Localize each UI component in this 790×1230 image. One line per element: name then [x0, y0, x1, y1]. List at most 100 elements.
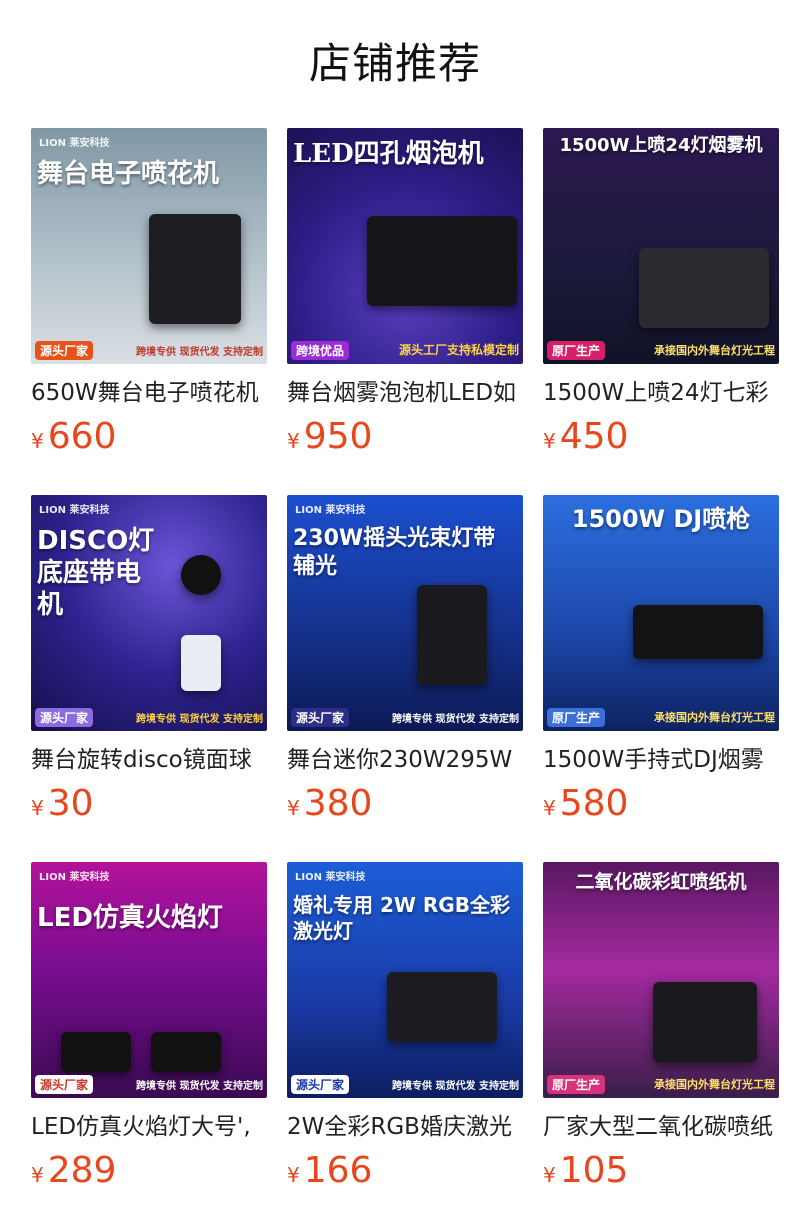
- brand-logo: LION 莱安科技: [39, 138, 110, 149]
- currency-symbol: ¥: [287, 796, 300, 820]
- price-row: ¥380: [287, 781, 372, 827]
- product-name[interactable]: LED仿真火焰灯大号',: [31, 1112, 267, 1142]
- product-price: 289: [47, 1150, 117, 1191]
- price-row: ¥450: [543, 414, 628, 460]
- image-badge: 源头厂家: [35, 708, 94, 727]
- product-name[interactable]: 1500W上喷24灯七彩: [543, 378, 779, 408]
- product-card[interactable]: 1500W上喷24灯烟雾机 原厂生产 承接国内外舞台灯光工程 1500W上喷24…: [543, 128, 779, 468]
- product-card[interactable]: LION 莱安科技 婚礼专用 2W RGB全彩激光灯 源头厂家 跨境专供 现货代…: [287, 862, 523, 1202]
- product-image[interactable]: 二氧化碳彩虹喷纸机 原厂生产 承接国内外舞台灯光工程: [543, 862, 779, 1098]
- product-image[interactable]: LION 莱安科技 LED仿真火焰灯 源头厂家 跨境专供 现货代发 支持定制: [31, 862, 267, 1098]
- device-graphic: [61, 1032, 131, 1072]
- currency-symbol: ¥: [31, 796, 44, 820]
- image-badge: 跨境优品: [291, 341, 350, 360]
- image-strip-text: 跨境专供 现货代发 支持定制: [136, 714, 263, 725]
- image-strip-text: 承接国内外舞台灯光工程: [654, 711, 775, 724]
- currency-symbol: ¥: [287, 429, 300, 453]
- image-strip-text: 跨境专供 现货代发 支持定制: [136, 1081, 263, 1092]
- image-badge: 原厂生产: [547, 1075, 606, 1094]
- product-name[interactable]: 厂家大型二氧化碳喷纸: [543, 1112, 779, 1142]
- image-headline: LED仿真火焰灯: [37, 903, 223, 933]
- device-graphic: [639, 248, 769, 328]
- device-graphic: [417, 585, 487, 685]
- product-price: 450: [559, 416, 629, 457]
- image-badge: 原厂生产: [547, 341, 606, 360]
- product-image[interactable]: 1500W上喷24灯烟雾机 原厂生产 承接国内外舞台灯光工程: [543, 128, 779, 364]
- device-graphic: [181, 555, 221, 595]
- price-row: ¥289: [31, 1148, 116, 1194]
- product-image[interactable]: LION 莱安科技 DISCO灯底座带电机 源头厂家 跨境专供 现货代发 支持定…: [31, 495, 267, 731]
- currency-symbol: ¥: [543, 1163, 556, 1187]
- currency-symbol: ¥: [543, 429, 556, 453]
- section-title: 店铺推荐: [308, 39, 481, 88]
- product-price: 950: [303, 416, 373, 457]
- product-price: 380: [303, 783, 373, 824]
- image-badge: 源头厂家: [35, 1075, 94, 1094]
- product-name[interactable]: 舞台旋转disco镜面球: [31, 745, 267, 775]
- device-graphic: [151, 1032, 221, 1072]
- image-headline: LED四孔烟泡机: [293, 139, 484, 169]
- image-headline: 二氧化碳彩虹喷纸机: [575, 871, 747, 893]
- image-strip-text: 承接国内外舞台灯光工程: [654, 1078, 775, 1091]
- product-card[interactable]: LION 莱安科技 舞台电子喷花机 源头厂家 跨境专供 现货代发 支持定制 65…: [31, 128, 267, 468]
- image-headline: 婚礼专用 2W RGB全彩激光灯: [293, 893, 510, 943]
- product-image[interactable]: 1500W DJ喷枪 原厂生产 承接国内外舞台灯光工程: [543, 495, 779, 731]
- image-strip-text: 源头工厂支持私模定制: [398, 343, 519, 357]
- price-row: ¥950: [287, 414, 372, 460]
- image-badge: 源头厂家: [35, 341, 94, 360]
- price-row: ¥660: [31, 414, 116, 460]
- device-graphic: [367, 216, 517, 306]
- price-row: ¥105: [543, 1148, 628, 1194]
- price-row: ¥166: [287, 1148, 372, 1194]
- device-graphic: [387, 972, 497, 1042]
- product-name[interactable]: 1500W手持式DJ烟雾: [543, 745, 779, 775]
- product-image[interactable]: LION 莱安科技 婚礼专用 2W RGB全彩激光灯 源头厂家 跨境专供 现货代…: [287, 862, 523, 1098]
- currency-symbol: ¥: [543, 796, 556, 820]
- currency-symbol: ¥: [287, 1163, 300, 1187]
- product-card[interactable]: 二氧化碳彩虹喷纸机 原厂生产 承接国内外舞台灯光工程 厂家大型二氧化碳喷纸 ¥1…: [543, 862, 779, 1202]
- image-headline: 舞台电子喷花机: [37, 159, 220, 189]
- product-image[interactable]: LION 莱安科技 230W摇头光束灯带辅光 源头厂家 跨境专供 现货代发 支持…: [287, 495, 523, 731]
- image-badge: 源头厂家: [291, 1075, 350, 1094]
- image-strip-text: 跨境专供 现货代发 支持定制: [392, 1081, 519, 1092]
- image-headline: DISCO灯底座带电机: [37, 526, 155, 620]
- device-graphic: [653, 982, 757, 1062]
- brand-logo: LION 莱安科技: [39, 872, 110, 883]
- brand-logo: LION 莱安科技: [39, 505, 110, 516]
- brand-logo: LION 莱安科技: [295, 505, 366, 516]
- store-recommendations-page: 店铺推荐 LION 莱安科技 舞台电子喷花机 源头厂家 跨境专供 现货代发 支持…: [0, 0, 790, 1230]
- currency-symbol: ¥: [31, 429, 44, 453]
- product-grid: LION 莱安科技 舞台电子喷花机 源头厂家 跨境专供 现货代发 支持定制 65…: [31, 128, 779, 1202]
- image-headline: 1500W上喷24灯烟雾机: [559, 135, 763, 156]
- product-price: 166: [303, 1150, 373, 1191]
- product-price: 660: [47, 416, 117, 457]
- bottle-graphic: [181, 635, 221, 691]
- product-price: 105: [559, 1150, 629, 1191]
- device-graphic: [633, 605, 763, 659]
- product-name[interactable]: 650W舞台电子喷花机: [31, 378, 267, 408]
- image-strip-text: 跨境专供 现货代发 支持定制: [136, 347, 263, 358]
- product-card[interactable]: LION 莱安科技 230W摇头光束灯带辅光 源头厂家 跨境专供 现货代发 支持…: [287, 495, 523, 835]
- product-name[interactable]: 舞台迷你230W295W: [287, 745, 523, 775]
- product-card[interactable]: LED四孔烟泡机 跨境优品 源头工厂支持私模定制 舞台烟雾泡泡机LED如 ¥95…: [287, 128, 523, 468]
- image-strip-text: 承接国内外舞台灯光工程: [654, 344, 775, 357]
- product-price: 580: [559, 783, 629, 824]
- image-headline: 230W摇头光束灯带辅光: [293, 526, 496, 579]
- image-badge: 源头厂家: [291, 708, 350, 727]
- device-graphic: [149, 214, 241, 324]
- price-row: ¥30: [31, 781, 94, 827]
- brand-logo: LION 莱安科技: [295, 872, 366, 883]
- product-name[interactable]: 2W全彩RGB婚庆激光: [287, 1112, 523, 1142]
- product-image[interactable]: LED四孔烟泡机 跨境优品 源头工厂支持私模定制: [287, 128, 523, 364]
- product-card[interactable]: 1500W DJ喷枪 原厂生产 承接国内外舞台灯光工程 1500W手持式DJ烟雾…: [543, 495, 779, 835]
- product-price: 30: [47, 783, 94, 824]
- product-card[interactable]: LION 莱安科技 LED仿真火焰灯 源头厂家 跨境专供 现货代发 支持定制 L…: [31, 862, 267, 1202]
- product-name[interactable]: 舞台烟雾泡泡机LED如: [287, 378, 523, 408]
- image-badge: 原厂生产: [547, 708, 606, 727]
- image-headline: 1500W DJ喷枪: [571, 505, 751, 533]
- price-row: ¥580: [543, 781, 628, 827]
- currency-symbol: ¥: [31, 1163, 44, 1187]
- product-card[interactable]: LION 莱安科技 DISCO灯底座带电机 源头厂家 跨境专供 现货代发 支持定…: [31, 495, 267, 835]
- product-image[interactable]: LION 莱安科技 舞台电子喷花机 源头厂家 跨境专供 现货代发 支持定制: [31, 128, 267, 364]
- image-strip-text: 跨境专供 现货代发 支持定制: [392, 714, 519, 725]
